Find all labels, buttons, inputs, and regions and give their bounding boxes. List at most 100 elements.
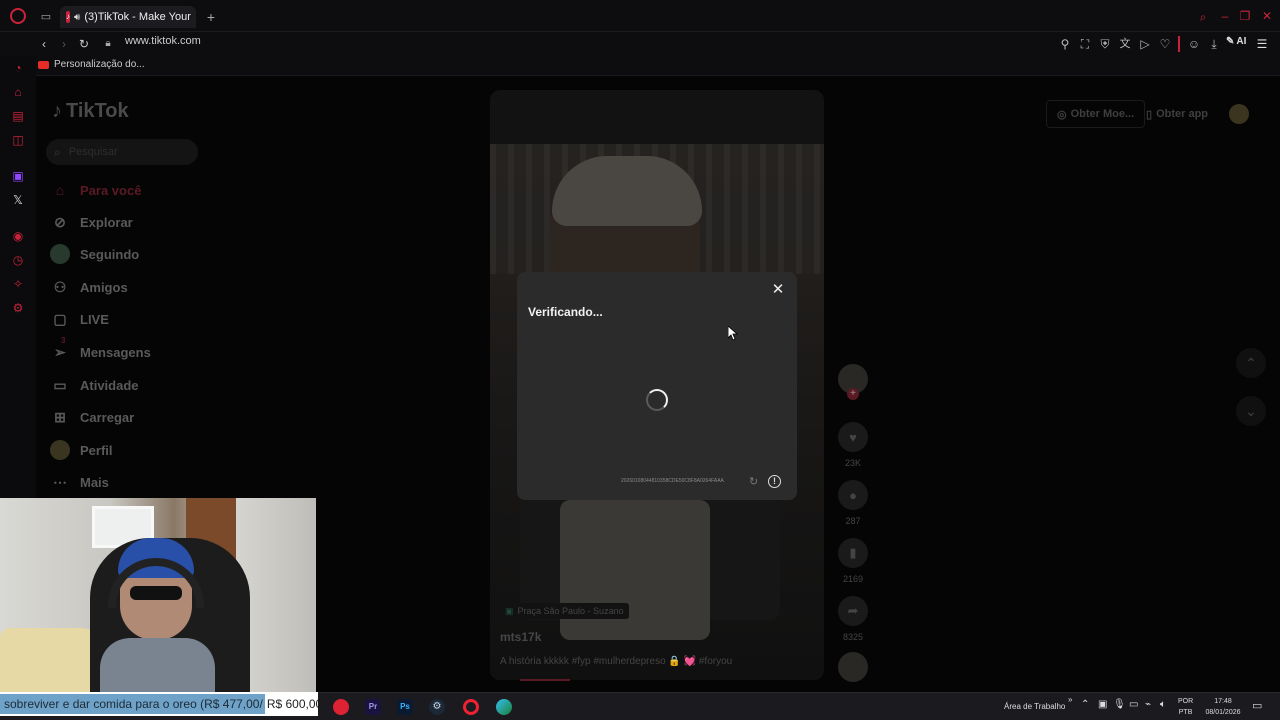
nav-item-amigos[interactable]: ⚇ Amigos xyxy=(50,277,128,297)
new-tab-icon[interactable]: + xyxy=(203,9,219,25)
nav-label: Mais xyxy=(80,474,109,490)
tab-manager-icon[interactable]: ▭ xyxy=(38,9,54,25)
youtube-icon xyxy=(38,60,49,69)
nav-item-para-voce[interactable]: ⌂ Para você xyxy=(50,180,142,200)
heart-icon[interactable]: ♡ xyxy=(1157,36,1173,52)
toolbar-expand-icon[interactable]: » xyxy=(1068,695,1072,704)
messenger-icon[interactable]: ◫ xyxy=(10,132,26,148)
nav-item-seguindo[interactable]: Seguindo xyxy=(50,244,139,264)
bookmark-item[interactable]: Personalização do... xyxy=(38,59,145,70)
active-tab[interactable]: ♪ 🔊︎ (3)TikTok - Make Your xyxy=(60,6,196,28)
opera-logo-icon[interactable] xyxy=(10,8,26,24)
steam-taskbar-icon[interactable]: ⚙ xyxy=(429,699,445,715)
search-icon: ⌕ xyxy=(54,144,61,159)
account-icon[interactable]: ☺ xyxy=(1186,36,1202,52)
nav-item-live[interactable]: ▢ LIVE xyxy=(50,309,109,329)
info-icon[interactable]: ! xyxy=(768,475,781,488)
nav-label: Amigos xyxy=(80,279,128,295)
bookmark-icon[interactable]: ▮ xyxy=(838,538,868,568)
share-action[interactable]: ➦ 8325 xyxy=(838,596,868,642)
reload-icon[interactable]: ↻ xyxy=(76,36,92,52)
search-input[interactable]: ⌕ Pesquisar xyxy=(46,139,198,165)
like-action[interactable]: ♥ 23K xyxy=(838,422,868,468)
nav-item-mais[interactable]: ⋯ Mais xyxy=(50,472,109,492)
clock-date: 08/01/2026 xyxy=(1205,709,1241,716)
maximize-icon[interactable]: ❐ xyxy=(1237,8,1253,24)
wallet-icon[interactable]: ▤ xyxy=(10,108,26,124)
back-icon[interactable]: ‹ xyxy=(36,36,52,52)
user-avatar[interactable] xyxy=(1229,104,1249,124)
opera-gx-taskbar-icon[interactable] xyxy=(333,699,349,715)
heart-like-icon[interactable]: ♥ xyxy=(838,422,868,452)
x-twitter-icon[interactable]: 𝕏 xyxy=(10,192,26,208)
get-coins-button[interactable]: ◎ Obter Moe... xyxy=(1046,100,1146,128)
share-icon[interactable]: ➦ xyxy=(838,596,868,626)
tiktok-favicon-icon: ♪ xyxy=(66,11,70,23)
webcam-sunglasses xyxy=(130,586,182,600)
search-tabs-icon[interactable]: ⌕ xyxy=(1195,9,1211,25)
shopping-icon[interactable]: ⌂ xyxy=(10,84,26,100)
creator-avatar[interactable]: + xyxy=(838,364,868,400)
tab-title: (3)TikTok - Make Your xyxy=(84,11,191,23)
minimize-icon[interactable]: – xyxy=(1217,8,1233,24)
tray-app-icon[interactable]: ▣ xyxy=(1098,699,1107,710)
edge-taskbar-icon[interactable] xyxy=(496,699,512,715)
player-icon[interactable]: ◉ xyxy=(10,228,26,244)
scroll-up-button[interactable]: ⌃ xyxy=(1236,348,1266,378)
menu-icon[interactable]: ☰ xyxy=(1254,36,1270,52)
microphone-icon[interactable]: 🎙︎ xyxy=(1113,699,1126,710)
activity-icon: ▭ xyxy=(53,376,67,393)
music-disc[interactable] xyxy=(838,652,868,682)
url-field[interactable]: www.tiktok.com xyxy=(125,35,201,47)
language-indicator[interactable]: POR PTB xyxy=(1178,696,1193,718)
play-icon[interactable]: ▷ xyxy=(1137,36,1153,52)
webcam-person-body xyxy=(100,638,215,694)
shield-icon[interactable]: ⛨ xyxy=(1097,36,1113,52)
premiere-taskbar-icon[interactable]: Pr xyxy=(365,699,381,715)
extensions-icon[interactable]: ✧ xyxy=(10,276,26,292)
snapshot-icon[interactable]: ⛶ xyxy=(1077,36,1093,52)
clock[interactable]: 17:48 08/01/2026 xyxy=(1200,696,1246,718)
nav-item-explorar[interactable]: ⊘ Explorar xyxy=(50,212,133,232)
network-icon[interactable]: ▭ xyxy=(1129,699,1138,710)
ai-button[interactable]: ✎ AI xyxy=(1226,36,1246,47)
settings-icon[interactable]: ⚙ xyxy=(10,300,26,316)
photoshop-taskbar-icon[interactable]: Ps xyxy=(397,699,413,715)
forward-icon[interactable]: › xyxy=(56,36,72,52)
tiktok-logo[interactable]: ♪ TikTok xyxy=(52,100,129,123)
twitch-icon[interactable]: ▣ xyxy=(10,168,26,184)
nav-label: Mensagens xyxy=(80,344,151,360)
scroll-down-button[interactable]: ⌄ xyxy=(1236,396,1266,426)
history-icon[interactable]: ◷ xyxy=(10,252,26,268)
donation-ticker: sobreviver e dar comida para o oreo (R$ … xyxy=(0,692,318,716)
nav-item-atividade[interactable]: ▭ Atividade xyxy=(50,375,138,395)
wifi-icon[interactable]: ⌁ xyxy=(1145,699,1151,710)
video-progress[interactable] xyxy=(520,679,570,681)
messages-badge: 3 xyxy=(61,336,66,345)
nav-item-perfil[interactable]: Perfil xyxy=(50,440,113,460)
nav-item-carregar[interactable]: ⊞ Carregar xyxy=(50,407,134,427)
notification-icon[interactable]: ▭ xyxy=(1252,699,1262,712)
tiktok-logo-text: TikTok xyxy=(66,100,129,122)
save-action[interactable]: ▮ 2169 xyxy=(838,538,868,584)
opera-taskbar-icon[interactable] xyxy=(463,699,479,715)
comment-action[interactable]: ● 287 xyxy=(838,480,868,526)
get-app-button[interactable]: ▯ Obter app xyxy=(1140,100,1214,128)
follow-plus-icon[interactable]: + xyxy=(847,388,859,400)
refresh-icon[interactable]: ↻ xyxy=(749,475,758,488)
aria-icon[interactable]: ◔ xyxy=(10,60,26,76)
audio-playing-icon[interactable]: 🔊︎ xyxy=(74,12,80,23)
close-icon[interactable]: ✕ xyxy=(771,282,785,297)
comment-icon[interactable]: ● xyxy=(838,480,868,510)
translate-icon[interactable]: 文 xyxy=(1117,36,1133,52)
close-window-icon[interactable]: ✕ xyxy=(1259,8,1275,24)
video-author[interactable]: mts17k xyxy=(500,630,541,644)
download-icon[interactable]: ⤓ xyxy=(1206,36,1222,52)
desktop-label[interactable]: Área de Trabalho xyxy=(1004,702,1065,711)
nav-label: Perfil xyxy=(80,442,113,458)
pin-icon[interactable]: ⚲ xyxy=(1057,36,1073,52)
nav-item-mensagens[interactable]: ➢ 3 Mensagens xyxy=(50,336,151,362)
tray-overflow-icon[interactable]: ⌃ xyxy=(1081,699,1089,710)
location-tag[interactable]: ▣ Praça São Paulo - Suzano xyxy=(500,603,629,619)
volume-icon[interactable]: 🔈︎ xyxy=(1160,699,1166,710)
